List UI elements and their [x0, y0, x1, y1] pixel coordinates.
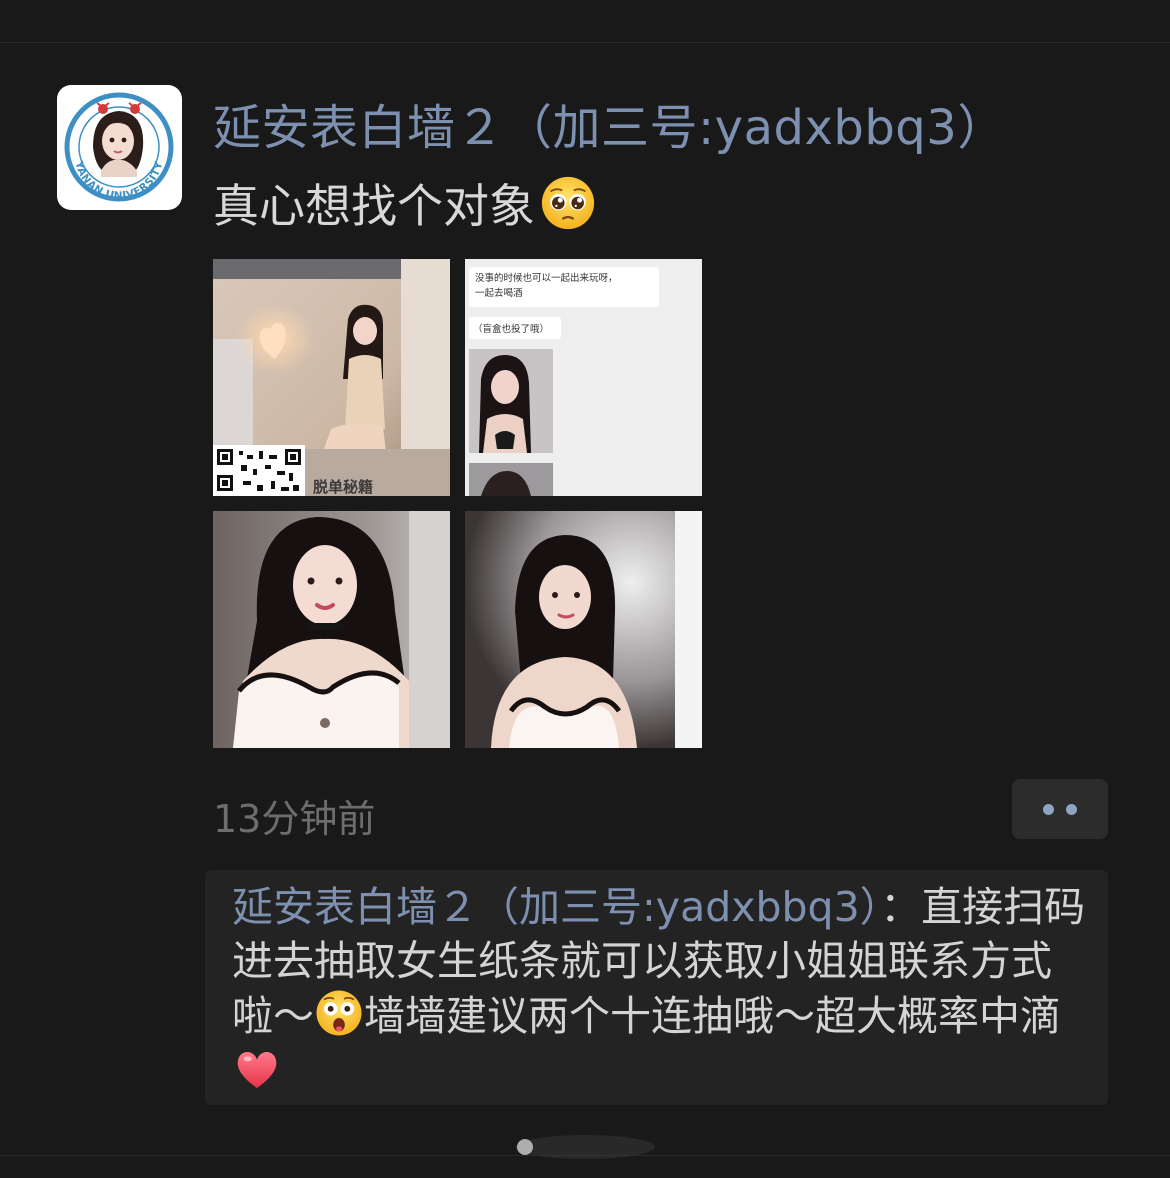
comment-text-part2: 墙墙建议两个十连抽哦～超大概率中滴	[364, 992, 1061, 1040]
post-photo-1[interactable]: 脱单秘籍	[213, 259, 450, 496]
more-dot-icon	[1043, 803, 1054, 815]
post-photo-4[interactable]	[465, 511, 702, 748]
red-heart-icon	[237, 1051, 277, 1088]
comment-item[interactable]: 延安表白墙２（加三号:yadxbbq3）：直接扫码进去抽取女生纸条就可以获取小姐…	[232, 880, 1092, 1098]
post-text: 真心想找个对象	[213, 170, 597, 236]
top-divider	[0, 42, 1170, 43]
moments-feed: YANAN UNIVERSITY 延安表白墙２（加三号:yadxbbq3） 真心…	[0, 0, 1170, 1178]
chat-line-2: 一起去喝酒	[475, 287, 523, 299]
post-text-content: 真心想找个对象	[213, 179, 535, 233]
post-photo-3[interactable]	[213, 511, 450, 748]
commenter-name[interactable]: 延安表白墙２（加三号:yadxbbq3）	[232, 883, 880, 931]
comment-separator: ：	[880, 883, 922, 931]
watermark-icon	[515, 1135, 655, 1159]
astonished-face-icon	[316, 990, 362, 1036]
more-dot-icon	[1066, 803, 1077, 815]
university-logo-icon: YANAN UNIVERSITY	[64, 92, 174, 202]
author-name[interactable]: 延安表白墙２（加三号:yadxbbq3）	[213, 88, 1006, 158]
more-actions-button[interactable]	[1012, 779, 1108, 839]
chat-line-1: 没事的时候也可以一起出来玩呀，	[475, 272, 618, 284]
post-timestamp: 13分钟前	[213, 797, 376, 841]
pleading-face-icon	[541, 176, 595, 230]
photo1-text: 脱单秘籍	[313, 478, 373, 496]
post-photo-2[interactable]: 没事的时候也可以一起出来玩呀， 一起去喝酒 （盲盒也投了哦）	[465, 259, 702, 496]
chat-line-3: （盲盒也投了哦）	[473, 323, 549, 335]
avatar[interactable]: YANAN UNIVERSITY	[57, 85, 182, 210]
